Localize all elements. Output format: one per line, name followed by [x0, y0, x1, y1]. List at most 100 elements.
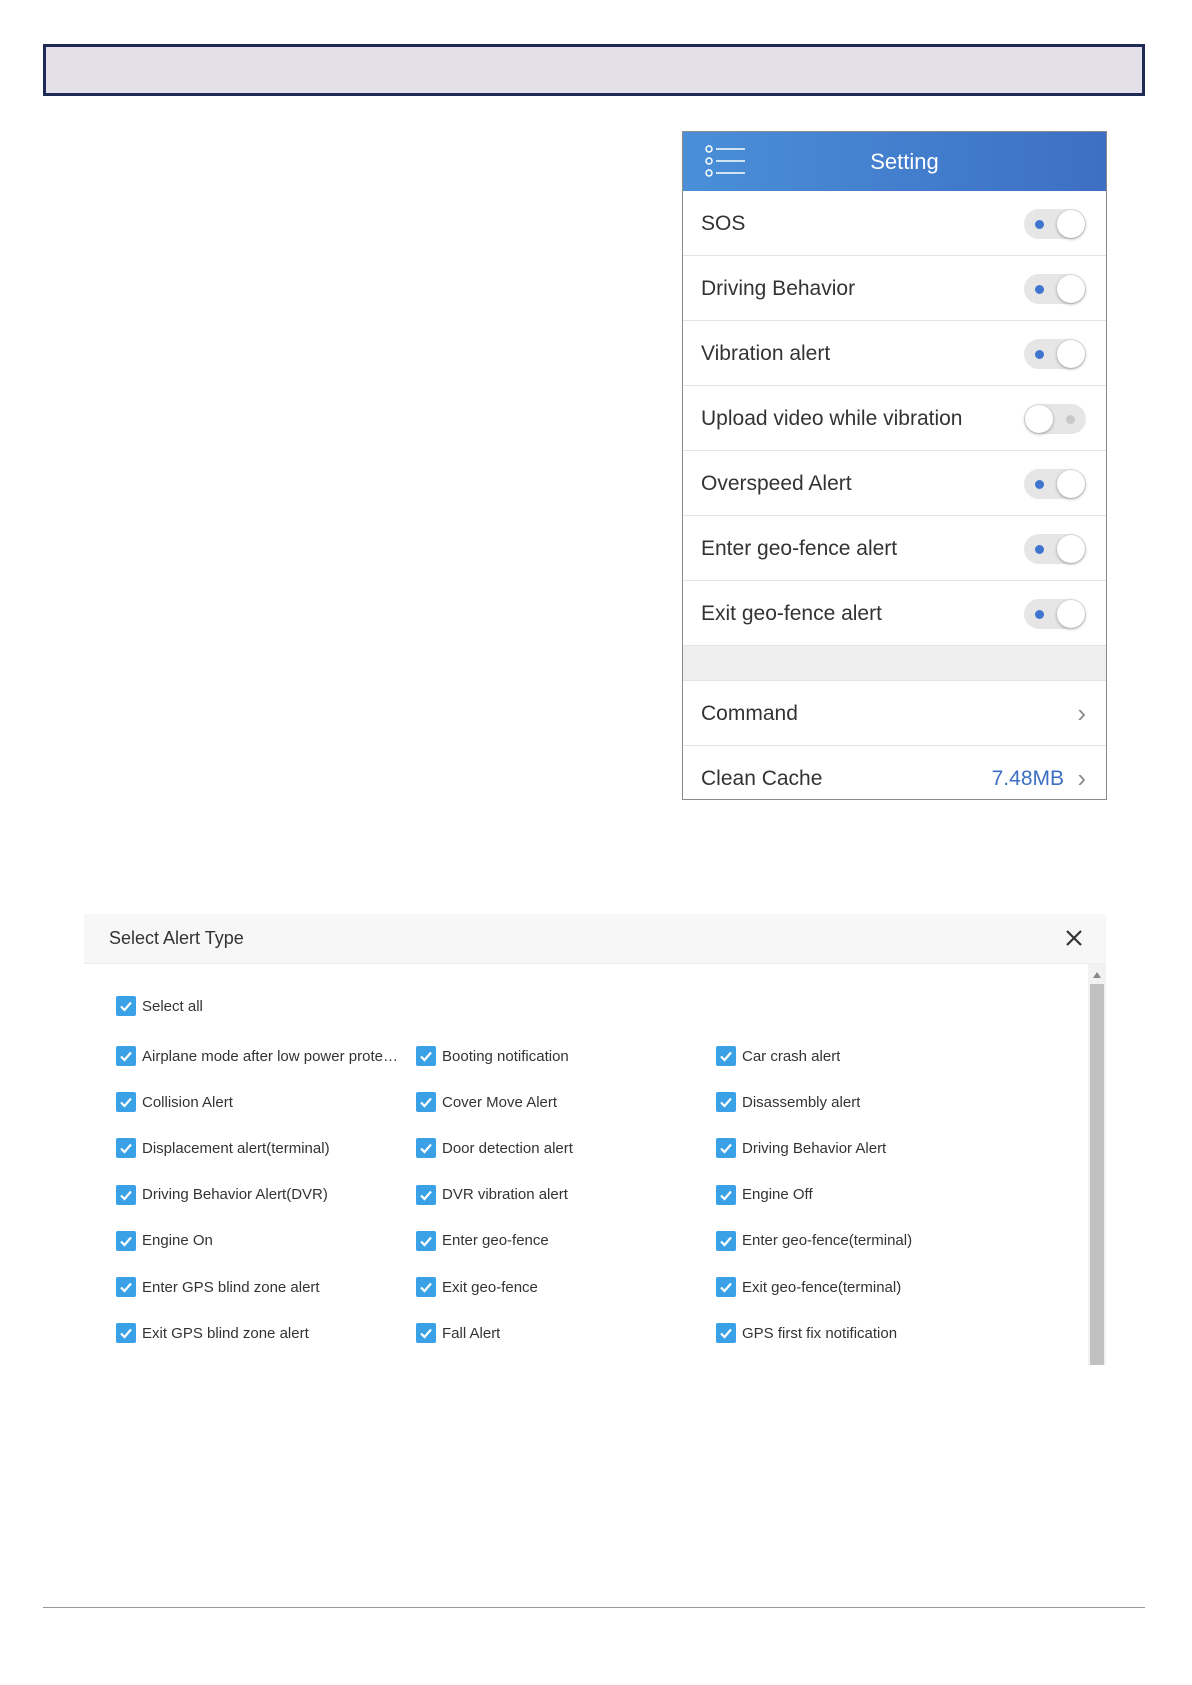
close-icon[interactable]: [1062, 926, 1086, 950]
toggle-knob: [1057, 275, 1085, 303]
alert-type-checkbox[interactable]: Exit GPS blind zone alert: [116, 1321, 309, 1345]
checkbox-checked-icon: [416, 1138, 436, 1159]
scroll-up-icon[interactable]: [1093, 972, 1101, 978]
clean-cache-label: Clean Cache: [701, 767, 823, 790]
alert-type-checkbox[interactable]: Engine Off: [716, 1183, 813, 1207]
alert-type-checkbox[interactable]: Airplane mode after low power prote…: [116, 1044, 398, 1068]
checkbox-checked-icon: [416, 1092, 436, 1113]
alert-type-label: Car crash alert: [742, 1047, 841, 1065]
setting-label: Upload video while vibration: [701, 407, 963, 430]
alert-type-checkbox[interactable]: Enter geo-fence: [416, 1229, 549, 1253]
alert-type-checkbox[interactable]: Booting notification: [416, 1044, 569, 1068]
alert-type-checkbox[interactable]: Car crash alert: [716, 1044, 840, 1068]
alert-type-checkbox[interactable]: Collision Alert: [116, 1090, 233, 1114]
checkbox-checked-icon: [716, 1323, 736, 1344]
alert-type-label: Driving Behavior Alert(DVR): [142, 1186, 328, 1204]
toggle-switch[interactable]: [1024, 274, 1086, 304]
command-label: Command: [701, 702, 798, 725]
toggle-knob: [1057, 600, 1085, 628]
alert-type-checkbox[interactable]: Enter geo-fence(terminal): [716, 1229, 912, 1253]
alert-type-checkbox[interactable]: Disassembly alert: [716, 1090, 860, 1114]
setting-row: Overspeed Alert: [683, 451, 1106, 516]
toggle-switch[interactable]: [1024, 469, 1086, 499]
checkbox-checked-icon: [116, 1277, 136, 1297]
scroll-thumb[interactable]: [1090, 984, 1104, 1365]
toggle-knob: [1057, 210, 1085, 238]
section-divider: [683, 646, 1106, 681]
checkbox-checked-icon: [116, 1046, 136, 1066]
alert-type-label: Enter GPS blind zone alert: [142, 1278, 320, 1296]
checkbox-checked-icon: [716, 1277, 736, 1297]
alert-type-label: Disassembly alert: [742, 1093, 861, 1111]
checkbox-checked-icon: [716, 1092, 736, 1113]
setting-row: Upload video while vibration: [683, 386, 1106, 451]
toggle-indicator-dot: [1035, 545, 1044, 554]
alert-type-checkbox[interactable]: GPS first fix notification: [716, 1321, 897, 1345]
alert-type-checkbox[interactable]: Engine On: [116, 1229, 213, 1253]
checkbox-checked-icon: [716, 1138, 736, 1159]
checkbox-checked-icon: [116, 1092, 136, 1113]
checkbox-checked-icon: [716, 1184, 736, 1205]
alert-type-label: Cover Move Alert: [442, 1093, 558, 1111]
alert-type-label: Engine On: [142, 1232, 213, 1250]
setting-label: Driving Behavior: [701, 277, 856, 300]
alert-type-checkbox[interactable]: DVR vibration alert: [416, 1183, 568, 1207]
alert-type-checkbox[interactable]: Door detection alert: [416, 1136, 573, 1160]
checkbox-checked-icon: [416, 1230, 436, 1251]
select-alert-type-dialog: Select Alert Type Select all Airplane mo…: [84, 914, 1106, 1365]
toggle-indicator-dot: [1035, 220, 1044, 229]
toggle-knob: [1025, 405, 1053, 433]
alert-type-checkbox[interactable]: Cover Move Alert: [416, 1090, 557, 1114]
toggle-switch[interactable]: [1024, 534, 1086, 564]
checkbox-checked-icon: [416, 1323, 436, 1344]
setting-row: Vibration alert: [683, 321, 1106, 386]
toggle-switch[interactable]: [1024, 404, 1086, 434]
setting-label: Vibration alert: [701, 342, 831, 365]
alert-type-label: Engine Off: [742, 1186, 813, 1204]
dialog-header: Select Alert Type: [84, 914, 1106, 964]
top-banner: [43, 44, 1145, 96]
select-all-label: Select all: [142, 997, 203, 1015]
setting-label: SOS: [701, 212, 746, 235]
setting-panel: Setting SOS Driving Behavior Vibration ale…: [682, 131, 1107, 800]
chevron-right-icon: ›: [1077, 698, 1086, 728]
dialog-scrollbar[interactable]: [1088, 964, 1106, 1365]
alert-type-label: Exit geo-fence(terminal): [742, 1278, 902, 1296]
checkbox-checked-icon: [116, 1184, 136, 1205]
select-all-checkbox[interactable]: Select all: [116, 994, 203, 1018]
checkbox-checked-icon: [116, 1323, 136, 1344]
alert-type-label: Door detection alert: [442, 1139, 573, 1157]
toggle-switch[interactable]: [1024, 339, 1086, 369]
clean-cache-row[interactable]: Clean Cache 7.48MB ›: [683, 746, 1106, 799]
alert-type-label: Driving Behavior Alert: [742, 1139, 887, 1157]
alert-type-checkbox[interactable]: Fall Alert: [416, 1321, 500, 1345]
alert-type-label: Exit geo-fence: [442, 1278, 538, 1296]
alert-type-checkbox[interactable]: Exit geo-fence: [416, 1275, 538, 1299]
toggle-indicator-dot: [1035, 480, 1044, 489]
alert-type-label: Fall Alert: [442, 1324, 501, 1342]
alert-type-label: Airplane mode after low power prote…: [142, 1047, 398, 1065]
toggle-knob: [1057, 340, 1085, 368]
toggle-switch[interactable]: [1024, 209, 1086, 239]
setting-label: Enter geo-fence alert: [701, 537, 898, 560]
checkbox-checked-icon: [416, 1277, 436, 1297]
command-row[interactable]: Command ›: [683, 681, 1106, 746]
toggle-list: SOS Driving Behavior Vibration alert Upload…: [683, 191, 1106, 646]
toggle-indicator-dot: [1066, 415, 1075, 424]
setting-row: SOS: [683, 191, 1106, 256]
dialog-title: Select Alert Type: [109, 928, 244, 948]
toggle-indicator-dot: [1035, 285, 1044, 294]
setting-title: Setting: [870, 149, 939, 174]
checkbox-checked-icon: [716, 1230, 736, 1251]
toggle-switch[interactable]: [1024, 599, 1086, 629]
setting-row: Driving Behavior: [683, 256, 1106, 321]
alert-type-checkbox[interactable]: Enter GPS blind zone alert: [116, 1275, 320, 1299]
cache-size-value: 7.48MB: [991, 767, 1064, 790]
checkbox-checked-icon: [416, 1184, 436, 1205]
alert-type-checkbox[interactable]: Displacement alert(terminal): [116, 1136, 330, 1160]
alert-type-checkbox[interactable]: Driving Behavior Alert(DVR): [116, 1183, 328, 1207]
alert-type-label: Collision Alert: [142, 1093, 233, 1111]
checkbox-checked-icon: [116, 1138, 136, 1159]
alert-type-checkbox[interactable]: Exit geo-fence(terminal): [716, 1275, 901, 1299]
alert-type-checkbox[interactable]: Driving Behavior Alert: [716, 1136, 886, 1160]
